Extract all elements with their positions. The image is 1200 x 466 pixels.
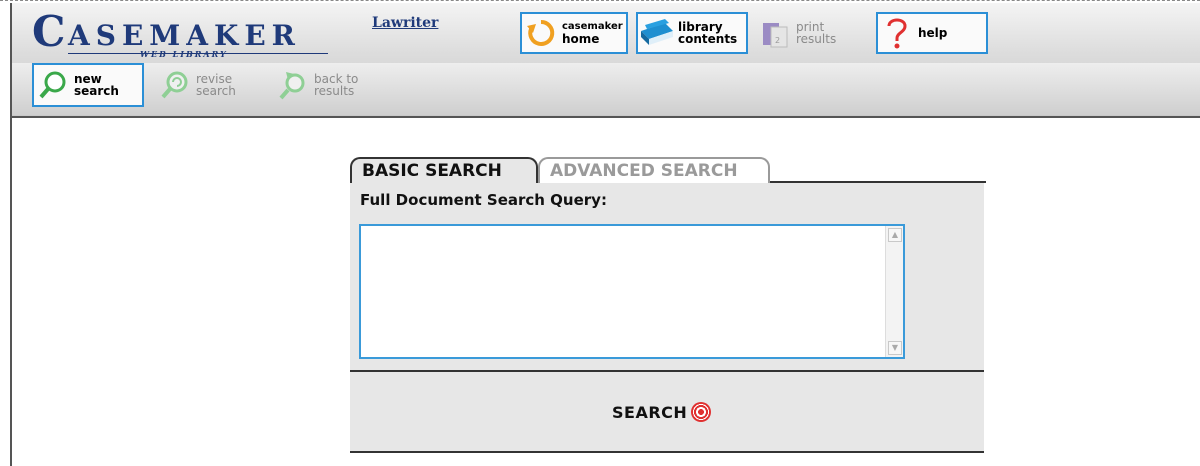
contents-label-2: contents (678, 32, 738, 46)
search-panel: Full Document Search Query: ▲ ▼ SEARCH (350, 183, 984, 453)
tab-advanced-search[interactable]: ADVANCED SEARCH (538, 157, 770, 183)
search-button[interactable]: SEARCH (612, 402, 712, 422)
help-label: help (918, 26, 948, 40)
query-box: ▲ ▼ (359, 224, 905, 359)
casemaker-logo[interactable]: C ASEMAKER WEB LIBRARY (32, 7, 352, 59)
print-results-button[interactable]: 2 print results (756, 12, 866, 54)
query-label: Full Document Search Query: (360, 191, 607, 209)
back-to-results-button[interactable]: back to results (274, 63, 394, 107)
revise-search-button[interactable]: revise search (156, 63, 266, 107)
app-header: C ASEMAKER WEB LIBRARY Lawriter casemake… (10, 3, 1200, 118)
print-pages-icon: 2 (756, 14, 794, 52)
search-tabs: BASIC SEARCH ADVANCED SEARCH (350, 157, 986, 183)
scroll-down-icon[interactable]: ▼ (888, 341, 902, 355)
query-scrollbar[interactable]: ▲ ▼ (885, 226, 903, 357)
target-icon (691, 402, 712, 422)
query-textarea[interactable] (361, 226, 886, 357)
help-button[interactable]: help (876, 12, 988, 54)
back-magnifier-icon (274, 66, 312, 104)
back-results-label-2: results (314, 84, 355, 98)
logo-initial: C (32, 7, 66, 56)
magnifier-icon (34, 66, 72, 104)
panel-bottom-rule (350, 451, 984, 453)
books-icon (638, 14, 676, 52)
new-search-label-2: search (74, 84, 119, 98)
search-button-label: SEARCH (612, 402, 688, 422)
logo-wordmark: ASEMAKER (68, 19, 301, 52)
home-label-2: home (562, 32, 600, 46)
revise-magnifier-icon (156, 66, 194, 104)
new-search-button[interactable]: new search (32, 63, 144, 107)
svg-text:2: 2 (775, 36, 780, 45)
panel-divider (350, 370, 984, 372)
casemaker-home-button[interactable]: casemaker home (520, 12, 628, 54)
logo-subtitle: WEB LIBRARY (140, 49, 228, 59)
page-left-border (10, 118, 12, 466)
print-label-2: results (796, 32, 837, 46)
home-refresh-icon (522, 14, 560, 52)
tab-basic-search[interactable]: BASIC SEARCH (350, 157, 538, 183)
scroll-up-icon[interactable]: ▲ (888, 228, 902, 242)
lawriter-link[interactable]: Lawriter (372, 15, 438, 31)
revise-search-label-2: search (196, 84, 236, 98)
library-contents-button[interactable]: library contents (636, 12, 748, 54)
help-question-icon (878, 14, 916, 52)
